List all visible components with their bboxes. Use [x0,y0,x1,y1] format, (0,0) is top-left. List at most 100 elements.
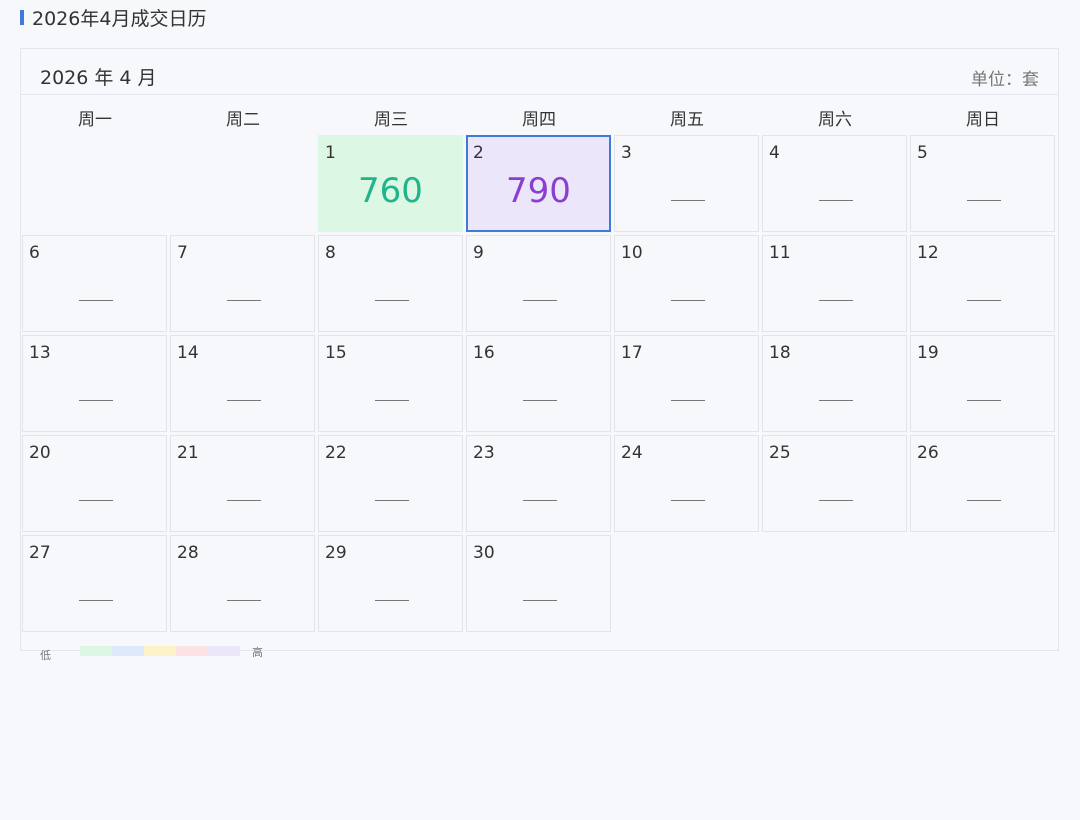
day-number: 2 [473,143,484,163]
day-number: 3 [621,143,632,163]
calendar-day-cell[interactable]: 24 [614,435,759,532]
calendar-day-cell[interactable]: 16 [466,335,611,432]
no-data-dash [523,400,557,401]
calendar-day-cell[interactable]: 19 [910,335,1055,432]
calendar-day-cell[interactable]: 26 [910,435,1055,532]
no-data-dash [819,400,853,401]
no-data-dash [967,300,1001,301]
no-data-dash [671,200,705,201]
calendar-day-cell[interactable]: 18 [762,335,907,432]
calendar-day-cell[interactable]: 7 [170,235,315,332]
day-number: 17 [621,343,643,363]
day-number: 12 [917,243,939,263]
calendar-day-cell[interactable]: 12 [910,235,1055,332]
no-data-dash [967,500,1001,501]
calendar-day-cell[interactable]: 2 790 [466,135,611,232]
day-number: 1 [325,143,336,163]
legend-swatch [144,646,176,656]
no-data-dash [967,200,1001,201]
no-data-dash [523,300,557,301]
calendar-day-cell[interactable]: 17 [614,335,759,432]
legend-swatch [208,646,240,656]
calendar-day-cell[interactable]: 27 [22,535,167,632]
day-number: 20 [29,443,51,463]
no-data-dash [227,600,261,601]
no-data-dash [671,500,705,501]
calendar-day-cell[interactable]: 13 [22,335,167,432]
calendar-day-cell[interactable]: 22 [318,435,463,532]
day-number: 15 [325,343,347,363]
calendar-day-cell[interactable]: 25 [762,435,907,532]
day-number: 28 [177,543,199,563]
calendar-day-cell[interactable]: 28 [170,535,315,632]
calendar-day-cell[interactable]: 8 [318,235,463,332]
day-number: 16 [473,343,495,363]
day-number: 23 [473,443,495,463]
legend-swatch [176,646,208,656]
no-data-dash [79,300,113,301]
weekday-header: 周五 [670,110,704,130]
calendar-day-cell[interactable]: 21 [170,435,315,532]
calendar-day-cell[interactable]: 15 [318,335,463,432]
day-number: 4 [769,143,780,163]
day-number: 9 [473,243,484,263]
calendar-grid: 1 760 2 790 3 4 5 6 7 8 9 10 11 12 13 14 15 16 17 18 19 20 21 2… [21,135,1058,635]
weekday-row: 周一 周二 周三 周四 周五 周六 周日 [21,95,1058,135]
no-data-dash [79,600,113,601]
legend-high-label: 高 [252,646,263,659]
legend-swatch [112,646,144,656]
day-number: 21 [177,443,199,463]
calendar-day-cell[interactable]: 1 760 [318,135,463,232]
day-deal-count: 790 [506,171,571,211]
no-data-dash [523,500,557,501]
no-data-dash [819,500,853,501]
day-number: 5 [917,143,928,163]
no-data-dash [227,400,261,401]
calendar-day-cell[interactable]: 9 [466,235,611,332]
calendar-panel: 2026 年 4 月 单位：套 周一 周二 周三 周四 周五 周六 周日 1 760 2 790 3… [20,48,1059,651]
no-data-dash [671,300,705,301]
weekday-header: 周三 [374,110,408,130]
legend-swatch [80,646,112,656]
calendar-day-cell[interactable]: 3 [614,135,759,232]
weekday-header: 周一 [78,110,112,130]
calendar-header: 2026 年 4 月 单位：套 [21,49,1058,95]
day-number: 27 [29,543,51,563]
calendar-day-cell[interactable]: 20 [22,435,167,532]
page-title-text: 2026年4月成交日历 [32,7,207,30]
day-number: 22 [325,443,347,463]
day-number: 29 [325,543,347,563]
no-data-dash [375,500,409,501]
weekday-header: 周日 [966,110,1000,130]
day-number: 26 [917,443,939,463]
weekday-header: 周四 [522,110,556,130]
calendar-day-cell[interactable]: 6 [22,235,167,332]
calendar-day-cell[interactable]: 30 [466,535,611,632]
legend-low-label: 低 [40,649,51,662]
calendar-day-cell[interactable]: 5 [910,135,1055,232]
day-number: 14 [177,343,199,363]
calendar-day-cell[interactable]: 14 [170,335,315,432]
day-number: 25 [769,443,791,463]
no-data-dash [375,300,409,301]
calendar-day-cell[interactable]: 29 [318,535,463,632]
calendar-day-cell[interactable]: 11 [762,235,907,332]
calendar-day-cell[interactable]: 10 [614,235,759,332]
no-data-dash [523,600,557,601]
no-data-dash [375,600,409,601]
calendar-day-cell[interactable]: 4 [762,135,907,232]
no-data-dash [227,300,261,301]
no-data-dash [227,500,261,501]
no-data-dash [819,200,853,201]
no-data-dash [967,400,1001,401]
no-data-dash [79,500,113,501]
day-number: 30 [473,543,495,563]
day-number: 13 [29,343,51,363]
day-number: 6 [29,243,40,263]
no-data-dash [375,400,409,401]
day-number: 24 [621,443,643,463]
page-title: 2026年4月成交日历 [20,6,207,30]
no-data-dash [79,400,113,401]
calendar-day-cell[interactable]: 23 [466,435,611,532]
day-number: 11 [769,243,791,263]
